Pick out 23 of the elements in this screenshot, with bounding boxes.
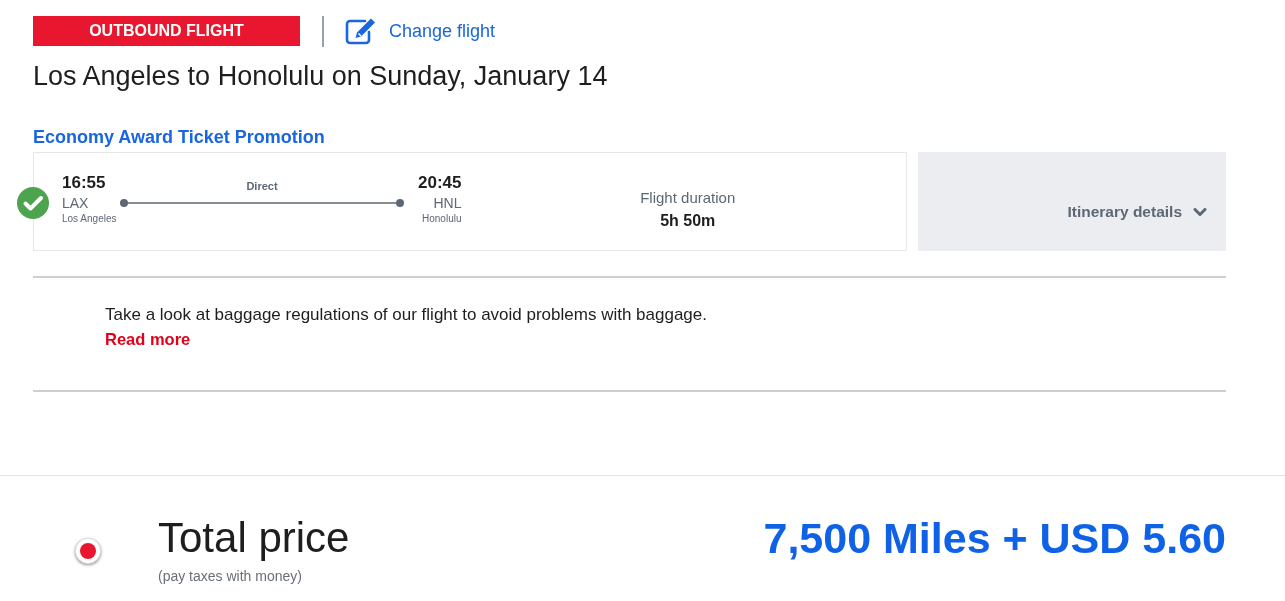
chevron-icon [1193, 208, 1207, 217]
total-price-value: 7,500 Miles + USD 5.60 [763, 514, 1226, 562]
duration-label: Flight duration [640, 189, 736, 207]
arrival-airport-code: HNL [433, 194, 462, 212]
departure-airport-code: LAX [62, 194, 89, 212]
stops-label: Direct [246, 179, 278, 193]
total-price-note: (pay taxes with money) [158, 568, 302, 585]
departure-time: 16:55 [62, 173, 106, 193]
total-price-label: Total price [158, 514, 350, 562]
departure-city: Los Angeles [62, 213, 117, 225]
arrival-city: Honolulu [422, 213, 462, 225]
outbound-flight-badge: OUTBOUND FLIGHT [33, 16, 300, 46]
read-more-link[interactable]: Read more [105, 330, 191, 349]
baggage-notice: Take a look at baggage regulations of our flight to avoid problems with baggage. [105, 305, 707, 324]
fare-name: Economy Award Ticket Promotion [33, 126, 325, 148]
route-title: Los Angeles to Honolulu on Sunday, January 14 [33, 60, 608, 92]
edit-icon [345, 17, 377, 45]
duration-value: 5h 50m [660, 211, 716, 231]
total-price-radio[interactable] [75, 538, 101, 564]
change-flight-link[interactable]: Change flight [345, 17, 496, 45]
itinerary-details-button[interactable]: Itinerary details [918, 152, 1226, 251]
flight-card[interactable]: 16:55 LAX Los Angeles Direct 20:45 HNL Honolulu Flight duration 5h 50m [33, 152, 907, 251]
arrival-time: 20:45 [418, 173, 462, 193]
